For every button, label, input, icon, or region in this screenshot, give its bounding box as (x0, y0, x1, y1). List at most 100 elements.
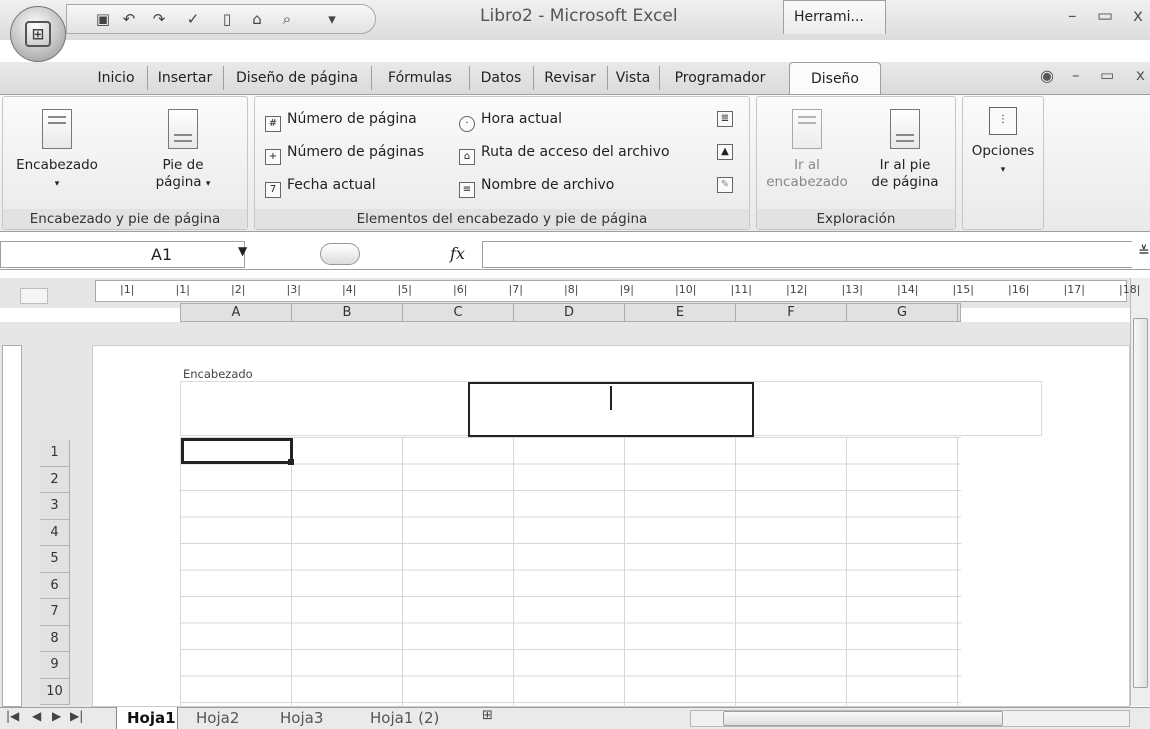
next-sheet-icon[interactable]: ▶ (52, 709, 61, 723)
row-header-3[interactable]: 3 (40, 493, 70, 520)
ruler-tick: |5| (397, 283, 412, 296)
sheet-tab-hoja3[interactable]: Hoja3 (280, 707, 323, 729)
open-icon[interactable]: ⌂ (247, 10, 267, 28)
file-name-button[interactable]: ≡ Nombre de archivo (459, 175, 614, 198)
column-header-g[interactable]: G (847, 304, 958, 321)
cell-grid[interactable] (180, 437, 961, 707)
column-header-e[interactable]: E (625, 304, 736, 321)
ruler-tick: |13| (841, 283, 863, 296)
tab-formulas[interactable]: Fórmulas (372, 66, 468, 90)
file-path-button[interactable]: ⌂ Ruta de acceso del archivo (459, 142, 670, 165)
column-header-f[interactable]: F (736, 304, 847, 321)
ruler-tick: |14| (897, 283, 919, 296)
help-icon[interactable]: ◉ (1040, 66, 1054, 85)
close-icon[interactable]: x (1133, 6, 1143, 26)
minimize-icon[interactable]: – (1068, 6, 1077, 26)
format-picture-icon[interactable]: ✎ (717, 177, 733, 193)
tab-datos[interactable]: Datos (470, 66, 532, 90)
row-header-8[interactable]: 8 (40, 625, 70, 652)
last-sheet-icon[interactable]: ▶| (70, 709, 83, 723)
workbook-close-icon[interactable]: x (1136, 66, 1145, 84)
picture-icon[interactable]: ▲ (717, 144, 733, 160)
header-doc-icon (42, 109, 72, 149)
options-button[interactable]: ⋮ Opciones ▾ (965, 107, 1041, 179)
formula-cancel-icon[interactable] (320, 243, 360, 265)
selected-cell-a1[interactable] (181, 438, 293, 464)
ruler-tick: |9| (619, 283, 634, 296)
current-time-button[interactable]: · Hora actual (459, 109, 562, 132)
ruler-tick: |10| (675, 283, 697, 296)
sheet-name-icon[interactable]: ≣ (717, 111, 733, 127)
context-tab-header: Herrami... (783, 0, 886, 34)
new-icon[interactable]: ▯ (217, 10, 237, 28)
tab-vista[interactable]: Vista (608, 66, 658, 90)
select-all-corner[interactable] (20, 288, 48, 304)
formula-input[interactable] (482, 241, 1132, 268)
options-icon: ⋮ (989, 107, 1017, 135)
ruler-tick: |3| (286, 283, 301, 296)
ruler-tick: |8| (564, 283, 579, 296)
header-button[interactable]: Encabezado ▾ (13, 109, 101, 193)
save-icon[interactable]: ▣ (93, 10, 113, 28)
column-header-c[interactable]: C (403, 304, 514, 321)
prev-sheet-icon[interactable]: ◀ (32, 709, 41, 723)
name-box-dropdown-icon[interactable]: ▼ (238, 244, 247, 258)
customize-qat-icon[interactable]: ▾ (322, 10, 342, 28)
undo-icon[interactable]: ↶ (119, 10, 139, 28)
redo-icon[interactable]: ↷ (149, 10, 169, 28)
insert-sheet-icon[interactable]: ⊞ (482, 708, 493, 723)
sheet-tab-hoja1[interactable]: Hoja1 (116, 707, 178, 729)
goto-header-button[interactable]: Ir al encabezado (759, 109, 855, 191)
group-elementos: # Número de página + Número de páginas 7 Fe… (254, 96, 750, 230)
row-header-10[interactable]: 10 (40, 678, 70, 705)
fill-handle[interactable] (288, 459, 294, 465)
maximize-icon[interactable]: ▭ (1097, 6, 1113, 26)
page-number-button[interactable]: # Número de página (265, 109, 417, 132)
ribbon-restore-icon[interactable]: ▭ (1100, 66, 1114, 84)
page-count-icon: + (265, 149, 281, 165)
row-header-6[interactable]: 6 (40, 572, 70, 599)
file-name-icon: ≡ (459, 182, 475, 198)
column-header-b[interactable]: B (292, 304, 403, 321)
sheet-tab-hoja2[interactable]: Hoja2 (196, 707, 239, 729)
expand-formula-bar-icon[interactable]: ≚ (1138, 244, 1150, 260)
office-button[interactable]: ⊞ (10, 6, 66, 62)
tab-programador[interactable]: Programador (660, 66, 780, 90)
tab-insertar[interactable]: Insertar (148, 66, 222, 90)
row-header-2[interactable]: 2 (40, 466, 70, 493)
office-logo-icon: ⊞ (25, 21, 51, 47)
print-preview-icon[interactable]: ⌕ (277, 10, 297, 28)
page-count-button[interactable]: + Número de páginas (265, 142, 424, 165)
vertical-ruler (2, 345, 22, 707)
footer-button-label: Pie de (162, 157, 204, 173)
goto-footer-button[interactable]: Ir al pie de página (857, 109, 953, 191)
insert-function-icon[interactable]: fx (450, 244, 465, 263)
name-box[interactable]: A1 (0, 241, 245, 268)
horizontal-scroll-thumb[interactable] (723, 711, 1003, 726)
footer-button[interactable]: Pie de página ▾ (143, 109, 223, 193)
tab-revisar[interactable]: Revisar (534, 66, 606, 90)
row-header-5[interactable]: 5 (40, 546, 70, 573)
row-header-9[interactable]: 9 (40, 652, 70, 679)
column-header-d[interactable]: D (514, 304, 625, 321)
tab-diseno[interactable]: Diseño (789, 62, 881, 95)
ribbon-minimize-icon[interactable]: – (1072, 66, 1080, 84)
row-header-4[interactable]: 4 (40, 519, 70, 546)
ruler-tick: |18| (1119, 283, 1141, 296)
group-label: Exploración (757, 209, 955, 229)
row-header-7[interactable]: 7 (40, 599, 70, 626)
ruler-tick: |1| (120, 283, 135, 296)
header-button-label: Encabezado (16, 157, 98, 173)
group-label: Elementos del encabezado y pie de página (255, 209, 749, 229)
first-sheet-icon[interactable]: |◀ (6, 709, 19, 723)
vertical-scroll-thumb[interactable] (1133, 318, 1148, 688)
goto-footer-icon (890, 109, 920, 149)
clock-icon: · (459, 116, 475, 132)
tab-inicio[interactable]: Inicio (86, 66, 146, 90)
row-header-1[interactable]: 1 (40, 440, 70, 467)
spellcheck-icon[interactable]: ✓ (183, 10, 203, 28)
column-header-a[interactable]: A (181, 304, 292, 321)
sheet-tab-hoja1-2[interactable]: Hoja1 (2) (370, 707, 439, 729)
current-date-button[interactable]: 7 Fecha actual (265, 175, 376, 198)
tab-diseno-pagina[interactable]: Diseño de página (224, 66, 370, 90)
